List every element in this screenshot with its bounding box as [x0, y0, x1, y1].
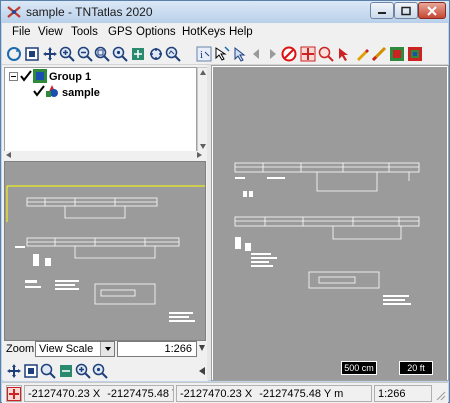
overview-drawing	[6, 185, 205, 322]
resize-grip-icon[interactable]	[436, 391, 446, 401]
forward-icon[interactable]	[264, 46, 280, 62]
tntatlas-logo-icon	[7, 6, 21, 18]
menu-tools[interactable]: Tools	[71, 26, 98, 38]
pointer-icon[interactable]	[336, 46, 352, 62]
status-coords: -2127470.23 X -2127475.48 Y m	[24, 385, 174, 402]
x-coordinate: -2127470.23 X	[28, 388, 101, 400]
menu-options[interactable]: Options	[136, 26, 176, 38]
pointer-select-icon[interactable]	[232, 46, 248, 62]
status-scale: 1:266	[374, 385, 432, 402]
redraw-icon[interactable]	[6, 46, 22, 62]
marker-icon[interactable]	[354, 46, 370, 62]
menu-hotkeys[interactable]: HotKeys	[182, 26, 225, 38]
overview-toolbar	[3, 361, 208, 381]
map-canvas[interactable]: 500 cm 20 ft	[213, 67, 447, 380]
scroll-left-icon[interactable]	[199, 367, 205, 375]
scroll-up-icon[interactable]	[200, 70, 206, 75]
layer-tree-hscroll[interactable]	[4, 151, 208, 159]
pan-icon[interactable]	[42, 46, 58, 62]
info-icon[interactable]: i	[196, 46, 212, 62]
drawing-render	[234, 162, 420, 305]
settings-icon[interactable]	[130, 46, 146, 62]
export-icon[interactable]	[407, 46, 423, 62]
status-bar: -2127470.23 X -2127475.48 Y m -2127470.2…	[2, 382, 448, 403]
x-coordinate-2: -2127470.23 X	[180, 388, 253, 400]
crosshair-icon	[7, 387, 21, 401]
select-icon[interactable]	[214, 46, 230, 62]
menu-view[interactable]: View	[38, 26, 63, 38]
zoom-box-icon[interactable]	[94, 46, 110, 62]
back-icon[interactable]	[249, 46, 265, 62]
app-window: sample - TNTatlas 2020 File View Tools G…	[0, 0, 450, 403]
overview-layer-icon[interactable]	[58, 363, 74, 379]
print-icon[interactable]	[389, 46, 405, 62]
zoom-selected-icon[interactable]	[112, 46, 128, 62]
crosshair-icon[interactable]	[300, 46, 316, 62]
maximize-button[interactable]	[394, 2, 418, 19]
layer-fit-icon[interactable]	[165, 46, 181, 62]
close-button[interactable]	[418, 2, 446, 19]
measure-icon[interactable]	[371, 46, 387, 62]
zoom-label: Zoom	[6, 343, 35, 355]
zoom-controls: Zoom View Scale 1:266	[3, 339, 208, 359]
overview-zoom-icon[interactable]	[40, 363, 56, 379]
scroll-left-icon[interactable]	[6, 152, 11, 158]
full-extent-icon[interactable]	[24, 46, 40, 62]
zoom-layer-icon[interactable]	[148, 46, 164, 62]
overview-map[interactable]	[4, 161, 206, 341]
title-bar: sample - TNTatlas 2020	[1, 1, 449, 23]
overview-extent-icon[interactable]	[23, 363, 39, 379]
layer-tree: Group 1 sample	[4, 67, 197, 153]
overview-zoom-selected-icon[interactable]	[92, 363, 108, 379]
close-icon	[427, 5, 437, 16]
main-view[interactable]: 500 cm 20 ft	[211, 65, 449, 381]
stop-icon[interactable]	[281, 46, 297, 62]
overview-zoom-in-icon[interactable]	[75, 363, 91, 379]
layer-label[interactable]: sample	[62, 87, 100, 99]
zoom-out-icon[interactable]	[77, 46, 93, 62]
main-toolbar: i	[2, 43, 448, 65]
group-icon	[33, 69, 47, 83]
scroll-down-icon[interactable]	[199, 343, 205, 353]
zoom-tool-icon[interactable]	[318, 46, 334, 62]
y-coordinate: -2127475.48 Y m	[107, 388, 173, 400]
menu-gps[interactable]: GPS	[108, 26, 132, 38]
layer-panel: Group 1 sample Zoom View Scale 1:266	[2, 65, 208, 381]
y-coordinate-2: -2127475.48 Y m	[259, 388, 344, 400]
scale-input[interactable]: 1:266	[117, 341, 197, 357]
menu-bar: File View Tools GPS Options HotKeys Help	[2, 23, 448, 43]
scalebar-metric: 500 cm	[341, 361, 377, 375]
zoom-mode-value: View Scale	[39, 343, 94, 355]
zoom-mode-select[interactable]: View Scale	[35, 341, 115, 357]
collapse-icon[interactable]	[9, 72, 18, 81]
scroll-down-icon[interactable]	[200, 144, 206, 149]
status-coords-2: -2127470.23 X -2127475.48 Y m	[176, 385, 372, 402]
minimize-icon	[378, 11, 386, 14]
layer-type-icon	[46, 85, 58, 97]
menu-file[interactable]: File	[12, 26, 31, 38]
svg-text:i: i	[200, 49, 203, 61]
zoom-in-icon[interactable]	[59, 46, 75, 62]
layer-visibility-checkbox[interactable]	[33, 85, 45, 97]
maximize-icon	[401, 6, 411, 15]
scalebar-imperial: 20 ft	[399, 361, 433, 375]
group-visibility-checkbox[interactable]	[20, 70, 32, 82]
minimize-button[interactable]	[370, 2, 394, 19]
chevron-down-icon[interactable]	[100, 342, 114, 356]
scroll-right-icon[interactable]	[197, 152, 202, 158]
menu-help[interactable]: Help	[229, 26, 253, 38]
window-title: sample - TNTatlas 2020	[26, 5, 153, 19]
group-label[interactable]: Group 1	[49, 71, 91, 83]
position-tool-button[interactable]	[6, 385, 22, 402]
overview-pan-icon[interactable]	[6, 363, 22, 379]
